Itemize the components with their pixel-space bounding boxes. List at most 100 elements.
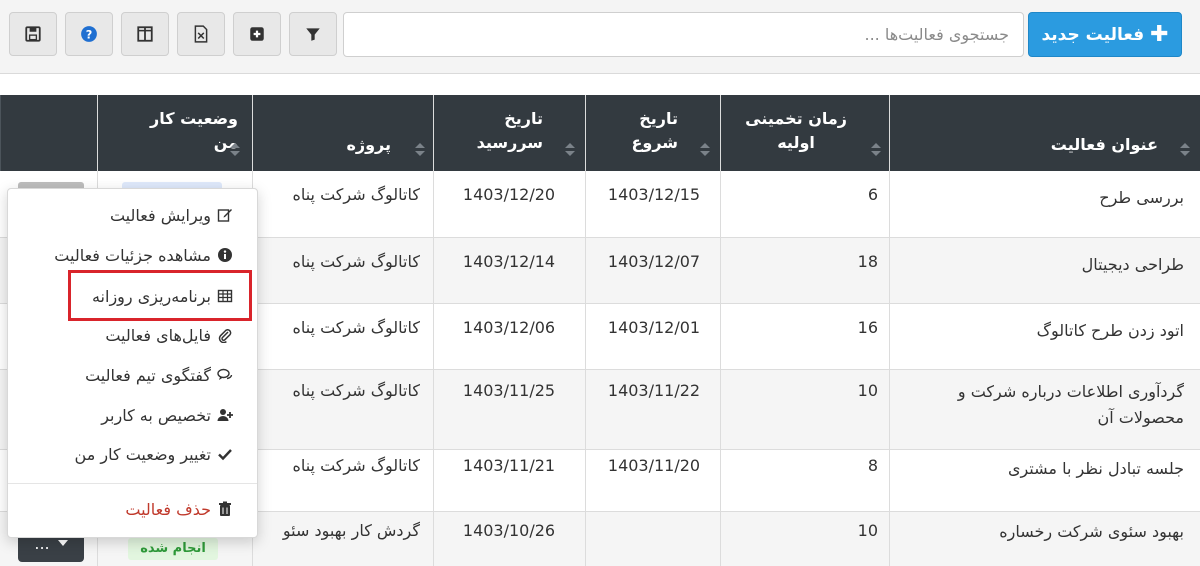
- column-header-estimate-line2: اولیه: [777, 133, 815, 152]
- cell-start-date: 1403/12/15: [607, 185, 701, 204]
- edit-icon: [217, 207, 233, 223]
- cell-start-date: 1403/11/20: [607, 456, 701, 475]
- column-header-start-line2: شروع: [631, 133, 678, 152]
- question-circle-icon: ?: [81, 26, 97, 42]
- cell-estimate: 10: [857, 521, 878, 540]
- cell-title[interactable]: بهبود سئوی شرکت رخساره: [894, 519, 1184, 545]
- cell-project: گردش کار بهبود سئو: [282, 521, 420, 540]
- column-header-actions: [0, 95, 97, 171]
- plus-square-icon: [250, 27, 264, 41]
- menu-divider: [8, 483, 257, 484]
- columns-icon: [137, 26, 153, 42]
- columns-button[interactable]: [121, 12, 169, 56]
- cell-due-date: 1403/12/06: [462, 318, 556, 337]
- column-divider: [585, 95, 586, 566]
- add-button[interactable]: [233, 12, 281, 56]
- sort-icon[interactable]: [871, 143, 881, 157]
- column-header-due-date[interactable]: تاریخ سررسید: [433, 95, 585, 171]
- menu-item-label: فایل‌های فعالیت: [105, 325, 211, 345]
- help-button[interactable]: ?: [65, 12, 113, 56]
- column-header-project-label: پروژه: [346, 135, 391, 154]
- cell-title[interactable]: طراحی دیجیتال: [894, 252, 1184, 278]
- trash-icon: [217, 501, 233, 517]
- new-activity-label: فعالیت جدید: [1041, 24, 1145, 45]
- column-header-title-label: عنوان فعالیت: [1050, 135, 1158, 154]
- save-icon: [25, 26, 41, 42]
- table-header: وضعیت کار من پروژه تاریخ سررسید تاریخ شر…: [0, 95, 1200, 171]
- menu-item-label: گفتگوی تیم فعالیت: [85, 365, 211, 385]
- save-button[interactable]: [9, 12, 57, 56]
- new-activity-button[interactable]: ✚ فعالیت جدید: [1028, 12, 1182, 57]
- menu-item-assign-user[interactable]: تخصیص به کاربر: [101, 402, 233, 428]
- column-header-status[interactable]: وضعیت کار من: [97, 95, 252, 171]
- toolbar: ? ✚ فعالیت جدید: [0, 0, 1200, 74]
- menu-item-view-details[interactable]: مشاهده جزئیات فعالیت: [54, 242, 233, 268]
- cell-title[interactable]: بررسی طرح: [894, 185, 1184, 211]
- cell-due-date: 1403/12/20: [462, 185, 556, 204]
- cell-project: کاتالوگ شرکت پناه: [292, 252, 420, 271]
- menu-item-delete[interactable]: حذف فعالیت: [125, 496, 233, 522]
- cell-start-date: 1403/12/07: [607, 252, 701, 271]
- cell-title[interactable]: گردآوری اطلاعات درباره شرکت و محصولات آن: [894, 379, 1184, 431]
- menu-item-edit[interactable]: ویرایش فعالیت: [110, 202, 233, 228]
- info-icon: [217, 247, 233, 263]
- user-plus-icon: [217, 407, 233, 423]
- column-header-start-date[interactable]: تاریخ شروع: [585, 95, 720, 171]
- cell-estimate: 18: [857, 252, 878, 271]
- excel-file-icon: [194, 25, 208, 43]
- menu-item-label: ویرایش فعالیت: [109, 205, 211, 225]
- export-excel-button[interactable]: [177, 12, 225, 56]
- row-context-menu: ویرایش فعالیت مشاهده جزئیات فعالیت برنام…: [7, 188, 258, 538]
- cell-due-date: 1403/11/21: [462, 456, 556, 475]
- comments-icon: [217, 367, 233, 383]
- highlight-box: [68, 270, 252, 321]
- sort-icon[interactable]: [415, 143, 425, 157]
- column-header-title[interactable]: عنوان فعالیت: [889, 95, 1200, 171]
- menu-item-files[interactable]: فایل‌های فعالیت: [105, 322, 233, 348]
- check-icon: [217, 446, 233, 462]
- cell-title[interactable]: اتود زدن طرح کاتالوگ: [894, 318, 1184, 344]
- sort-icon[interactable]: [565, 143, 575, 157]
- svg-text:?: ?: [86, 29, 93, 42]
- caret-down-icon: [57, 540, 68, 546]
- filter-button[interactable]: [289, 12, 337, 56]
- cell-due-date: 1403/10/26: [462, 521, 556, 540]
- cell-due-date: 1403/12/14: [462, 252, 556, 271]
- sort-icon[interactable]: [700, 143, 710, 157]
- column-header-start-line1: تاریخ: [639, 109, 678, 128]
- menu-item-label: تغییر وضعیت کار من: [74, 444, 211, 464]
- cell-project: کاتالوگ شرکت پناه: [292, 318, 420, 337]
- column-header-status-line2: من: [213, 133, 238, 152]
- column-divider: [433, 95, 434, 566]
- column-divider: [720, 95, 721, 566]
- cell-start-date: 1403/11/22: [607, 381, 701, 400]
- cell-project: کاتالوگ شرکت پناه: [292, 185, 420, 204]
- column-header-estimate[interactable]: زمان تخمینی اولیه: [720, 95, 889, 171]
- cell-estimate: 16: [857, 318, 878, 337]
- menu-item-label: تخصیص به کاربر: [101, 405, 211, 425]
- menu-item-change-status[interactable]: تغییر وضعیت کار من: [75, 441, 233, 467]
- column-header-status-line1: وضعیت کار: [150, 109, 238, 128]
- cell-estimate: 6: [867, 185, 878, 204]
- column-header-project[interactable]: پروژه: [252, 95, 433, 171]
- sort-icon[interactable]: [230, 143, 240, 157]
- paperclip-icon: [217, 327, 233, 343]
- plus-icon: ✚: [1150, 21, 1169, 47]
- cell-project: کاتالوگ شرکت پناه: [292, 381, 420, 400]
- cell-estimate: 8: [867, 456, 878, 475]
- menu-item-label: حذف فعالیت: [125, 499, 211, 519]
- search-input[interactable]: [343, 12, 1024, 57]
- sort-icon[interactable]: [1180, 143, 1190, 157]
- column-divider: [889, 95, 890, 566]
- menu-item-team-chat[interactable]: گفتگوی تیم فعالیت: [85, 362, 233, 388]
- status-badge-done: انجام شده: [128, 538, 218, 560]
- column-header-due-line1: تاریخ: [504, 109, 543, 128]
- cell-estimate: 10: [857, 381, 878, 400]
- cell-start-date: 1403/12/01: [607, 318, 701, 337]
- cell-due-date: 1403/11/25: [462, 381, 556, 400]
- column-header-due-line2: سررسید: [476, 133, 543, 152]
- filter-icon: [306, 28, 320, 41]
- menu-item-label: مشاهده جزئیات فعالیت: [54, 245, 211, 265]
- column-header-estimate-line1: زمان تخمینی: [745, 109, 847, 128]
- cell-title[interactable]: جلسه تبادل نظر با مشتری: [894, 456, 1184, 482]
